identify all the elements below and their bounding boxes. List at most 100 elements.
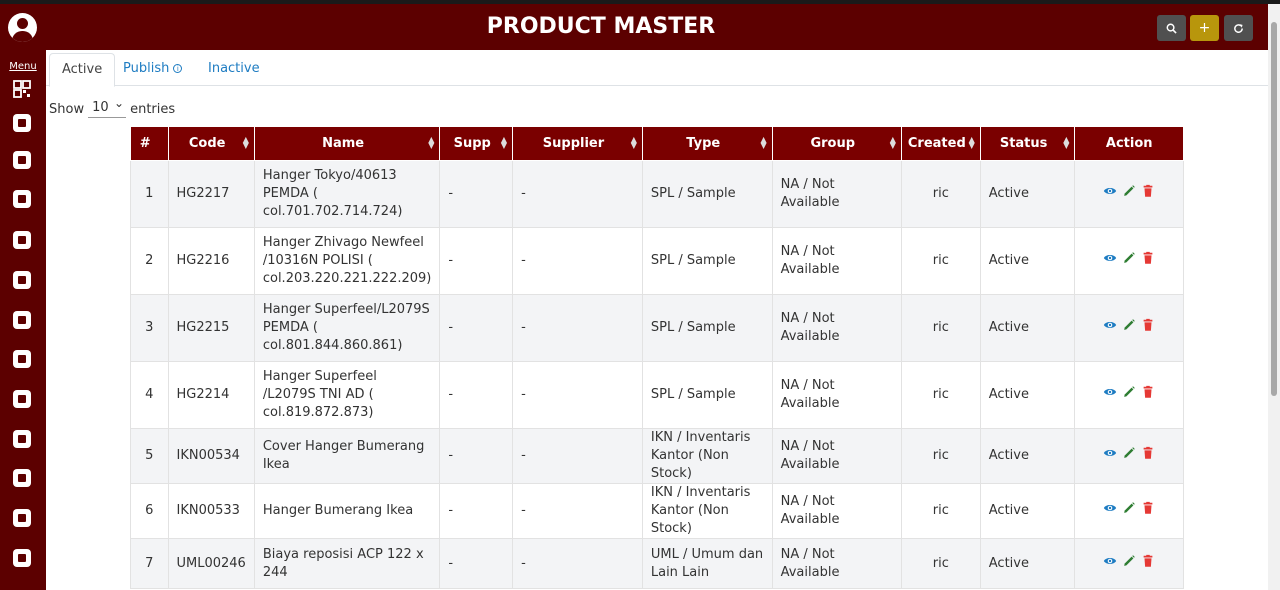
supplier-cell: -	[512, 160, 643, 228]
edit-icon[interactable]	[1122, 251, 1136, 271]
supp-cell: -	[439, 483, 514, 539]
view-icon[interactable]	[1103, 385, 1117, 405]
box-icon[interactable]	[12, 189, 32, 209]
cards-icon[interactable]	[12, 150, 32, 170]
delete-icon[interactable]	[1141, 554, 1155, 574]
wallet-icon[interactable]	[12, 508, 32, 528]
type-cell: SPL / Sample	[641, 294, 773, 362]
page-scrollbar[interactable]	[1268, 4, 1280, 590]
table-row: 5 IKN00534 Cover Hanger Bumerang Ikea - - IKN…	[130, 428, 1184, 484]
tab-label: Active	[62, 62, 103, 77]
created-by: ric	[900, 428, 981, 484]
product-name: Hanger Superfeel /L2079S TNI AD ( col.81…	[253, 361, 441, 429]
column-header-supplier[interactable]: Supplier ▲ ▼	[512, 126, 643, 161]
edit-icon[interactable]	[1122, 501, 1136, 521]
created-by: ric	[900, 538, 981, 589]
product-code: HG2215	[167, 294, 255, 362]
sort-icon: ▲ ▼	[242, 135, 249, 150]
sort-icon: ▲ ▼	[1063, 135, 1070, 150]
table-row: 2 HG2216 Hanger Zhivago Newfeel /10316N PO…	[130, 227, 1184, 295]
edit-icon[interactable]	[1122, 318, 1136, 338]
column-header-supp[interactable]: Supp ▲ ▼	[439, 126, 514, 161]
product-code: HG2216	[167, 227, 255, 295]
view-icon[interactable]	[1103, 318, 1117, 338]
row-number: 7	[130, 538, 169, 589]
row-number: 2	[130, 227, 169, 295]
factory-icon[interactable]	[12, 310, 32, 330]
column-header-code[interactable]: Code ▲ ▼	[167, 126, 255, 161]
avatar[interactable]	[8, 13, 37, 42]
delete-icon[interactable]	[1141, 251, 1155, 271]
edit-icon[interactable]	[1122, 554, 1136, 574]
add-button[interactable]: +	[1190, 15, 1219, 41]
delete-icon[interactable]	[1141, 184, 1155, 204]
column-header-action: Action	[1074, 126, 1184, 161]
edit-icon[interactable]	[1122, 385, 1136, 405]
created-by: ric	[900, 483, 981, 539]
action-cell	[1074, 361, 1184, 429]
cart-icon[interactable]	[12, 389, 32, 409]
product-name: Hanger Tokyo/40613 PEMDA ( col.701.702.7…	[253, 160, 441, 228]
delete-icon[interactable]	[1141, 501, 1155, 521]
delete-icon[interactable]	[1141, 446, 1155, 466]
view-icon[interactable]	[1103, 554, 1117, 574]
status-cell: Active	[979, 483, 1076, 539]
column-header-name[interactable]: Name ▲ ▼	[253, 126, 441, 161]
view-icon[interactable]	[1103, 446, 1117, 466]
badge-icon[interactable]	[12, 429, 32, 449]
type-cell: IKN / Inventaris Kantor (Non Stock)	[641, 428, 773, 484]
edit-icon[interactable]	[1122, 184, 1136, 204]
status-cell: Active	[979, 294, 1076, 362]
bank-icon[interactable]	[12, 349, 32, 369]
supplier-cell: -	[512, 294, 643, 362]
search-button[interactable]	[1157, 15, 1186, 41]
chart-icon[interactable]	[12, 230, 32, 250]
tab-publish[interactable]: Publish i	[111, 53, 194, 87]
sort-icon: ▲ ▼	[428, 135, 435, 150]
tab-inactive[interactable]: Inactive	[196, 53, 272, 87]
table-header-row: # Code ▲ ▼ Name ▲ ▼ Supp ▲ ▼ Supplier ▲ ▼ Type ▲ ▼…	[130, 126, 1184, 161]
created-by: ric	[900, 361, 981, 429]
column-header-number[interactable]: #	[130, 126, 169, 161]
grid-icon[interactable]	[12, 113, 32, 133]
group-cell: NA / Not Available	[771, 538, 902, 589]
refresh-button[interactable]	[1224, 15, 1253, 41]
sort-icon: ▲ ▼	[500, 135, 508, 150]
entries-label: entries	[130, 101, 176, 117]
entries-select[interactable]: 10	[88, 96, 127, 118]
scrollbar-thumb[interactable]	[1271, 22, 1277, 396]
status-cell: Active	[979, 428, 1076, 484]
delete-icon[interactable]	[1141, 318, 1155, 338]
delete-icon[interactable]	[1141, 385, 1155, 405]
view-icon[interactable]	[1103, 184, 1117, 204]
row-number: 6	[130, 483, 169, 539]
column-header-status[interactable]: Status ▲ ▼	[979, 126, 1076, 161]
status-cell: Active	[979, 227, 1076, 295]
table-row: 3 HG2215 Hanger Superfeel/L2079S PEMDA ( c…	[130, 294, 1184, 362]
product-name: Hanger Zhivago Newfeel /10316N POLISI ( …	[253, 227, 441, 295]
created-by: ric	[900, 294, 981, 362]
menu-label[interactable]: Menu	[0, 61, 46, 72]
column-header-created[interactable]: Created ▲ ▼	[900, 126, 981, 161]
view-icon[interactable]	[1103, 251, 1117, 271]
product-name: Hanger Superfeel/L2079S PEMDA ( col.801.…	[253, 294, 441, 362]
tab-label: Inactive	[208, 61, 260, 76]
group-cell: NA / Not Available	[771, 160, 902, 228]
column-header-type[interactable]: Type ▲ ▼	[641, 126, 773, 161]
group-cell: NA / Not Available	[771, 428, 902, 484]
group-cell: NA / Not Available	[771, 227, 902, 295]
person-icon[interactable]	[12, 468, 32, 488]
supp-cell: -	[439, 361, 514, 429]
money-icon[interactable]	[12, 270, 32, 290]
product-name: Hanger Bumerang Ikea	[253, 483, 441, 539]
column-header-group[interactable]: Group ▲ ▼	[771, 126, 902, 161]
users-icon[interactable]	[12, 548, 32, 568]
tab-active[interactable]: Active	[49, 53, 116, 87]
view-icon[interactable]	[1103, 501, 1117, 521]
edit-icon[interactable]	[1122, 446, 1136, 466]
product-code: IKN00533	[167, 483, 255, 539]
row-number: 1	[130, 160, 169, 228]
action-cell	[1074, 294, 1184, 362]
dashboard-icon[interactable]	[12, 79, 32, 99]
product-code: UML00246	[167, 538, 255, 589]
